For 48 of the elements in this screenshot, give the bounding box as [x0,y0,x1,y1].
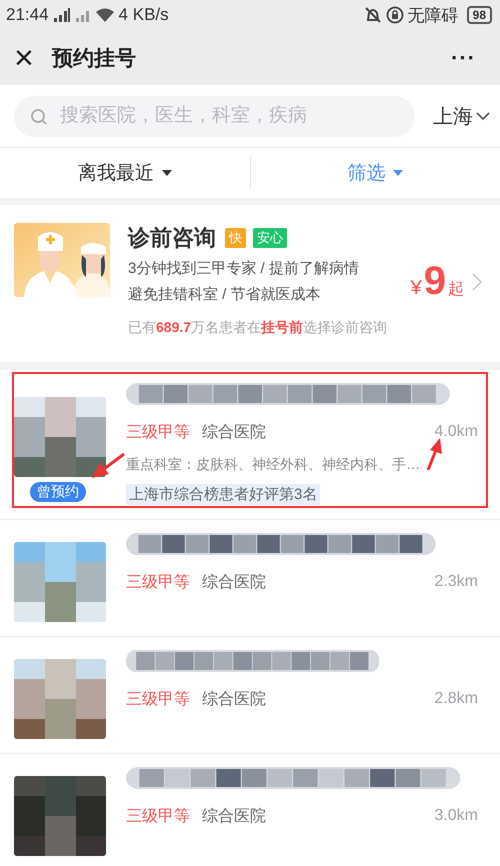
close-button[interactable]: × [10,40,38,74]
hospital-grade: 三级甲等 [126,422,190,442]
accessibility-label: 无障碍 [408,4,459,26]
signal-icon [52,7,71,23]
filter-tab[interactable]: 离我最近 [74,158,176,188]
lock-icon [386,6,404,24]
chevron-down-icon [476,111,490,121]
triangle-down-icon [162,170,172,176]
hospital-type: 综合医院 [202,572,267,592]
hospital-type: 综合医院 [202,422,267,442]
more-button[interactable]: ··· [447,44,480,70]
distance-text: 4.0km [434,423,478,441]
annotation-arrow [92,452,125,478]
ranking-tag: 上海市综合榜患者好评第3名 [126,484,320,505]
card-title: 诊前咨询 [128,224,216,252]
wifi-icon [94,7,115,23]
tag: 安心 [253,228,287,248]
hospital-card[interactable]: 三级甲等 综合医院 2.8km [0,637,500,754]
feature-text: 3分钟找到三甲专家 / 提前了解病情 [128,259,360,278]
hospital-grade: 三级甲等 [126,690,190,710]
hospital-type: 综合医院 [202,690,267,710]
hospital-card[interactable]: 三级甲等 综合医院 2.3km [0,520,500,637]
feature-text: 避免挂错科室 / 节省就医成本 [128,285,322,304]
triangle-down-icon [393,170,404,176]
chevron-right-icon [472,272,482,290]
price-link[interactable]: ¥9 起 [410,259,482,304]
distance-text: 2.3km [434,573,478,591]
hospital-grade: 三级甲等 [126,572,190,592]
hospital-type: 综合医院 [202,806,267,826]
city-dropdown[interactable]: 上海 [433,102,490,130]
annotation-arrow [426,438,442,471]
filter-tab[interactable]: 筛选 [343,158,408,188]
search-field[interactable]: 搜索医院，医生，科室，疾病 [14,96,415,136]
departments-text: 重点科室：皮肤科、神经外科、神经内科、手… [126,455,420,474]
battery-level: 98 [466,6,492,24]
tag: 快 [225,228,246,248]
stats-text: 已有689.7万名患者在挂号前选择诊前咨询 [128,319,388,337]
hospital-card[interactable]: 三级甲等 综合医院 3.0km [0,754,500,866]
hospital-card[interactable]: 曾预约 三级甲等 综合医院 4.0km 重点科室：皮肤科、神经外科、神经内科、手… 上海市综合榜患者好评第3名 [0,370,500,520]
network-speed: 4 KB/s [118,5,169,25]
distance-text: 2.8km [434,690,478,708]
clock-time: 21:44 [6,5,49,25]
mute-bell-icon [364,6,382,24]
distance-text: 3.0km [434,807,478,825]
hospital-grade: 三级甲等 [126,806,190,826]
booked-badge: 曾预约 [30,482,86,502]
page-title: 预约挂号 [52,46,137,72]
search-icon [30,108,48,126]
